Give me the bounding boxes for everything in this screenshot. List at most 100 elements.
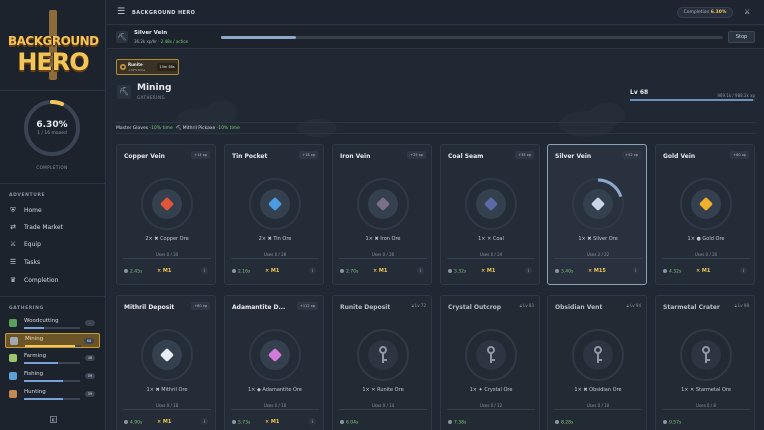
node-output: 1× ✖ Obsidian Ore [574, 387, 622, 393]
node-rate: 3.32s [448, 269, 466, 275]
node-rate-value: 9.57s [669, 420, 682, 426]
node-rate: 2.16s [232, 269, 250, 275]
info-icon[interactable]: i [309, 418, 316, 425]
menu-icon[interactable]: ☰ [117, 8, 125, 17]
gathering-fishing[interactable]: Fishing 59 [5, 369, 100, 384]
clock-icon [663, 420, 667, 424]
cloud-background [176, 100, 625, 137]
node-name: Gold Vein [663, 153, 696, 160]
activity-progress-fill [221, 36, 297, 39]
sword-menu-icon[interactable]: ⚔ [744, 8, 750, 16]
info-icon[interactable]: i [201, 267, 208, 274]
node-rate-value: 2.45s [130, 269, 143, 275]
gathering-label: Hunting [24, 389, 46, 395]
completion-value: 6.30% [36, 120, 68, 130]
gathering-hunting[interactable]: Hunting 59 [5, 387, 100, 402]
skill-progress [630, 99, 755, 101]
nav-trade-market[interactable]: ⇄ Trade Market [8, 220, 100, 234]
info-icon[interactable]: i [632, 267, 639, 274]
gathering-woodcutting[interactable]: Woodcutting – [5, 316, 100, 331]
info-icon[interactable]: i [201, 418, 208, 425]
node-card[interactable]: Iron Vein +25 xp 1× ✖ Iron Ore Uses 0 / 26 2… [332, 144, 432, 285]
node-multiplier: × M1 [696, 268, 711, 274]
stop-button[interactable]: Stop [728, 31, 755, 43]
info-icon[interactable]: i [525, 267, 532, 274]
node-card[interactable]: Crystal Outcrop 🔒︎ Lv 83 1× ✦ Crystal Ore U… [440, 295, 540, 430]
key-icon [700, 346, 712, 364]
node-uses-bar [123, 258, 211, 259]
node-xp: +112 xp [296, 302, 318, 310]
node-output: 1× ✖ Silver Ore [578, 236, 618, 242]
node-card[interactable]: Starmetal Crater 🔒︎ Lv 98 1× ✕ Starmetal O… [655, 295, 755, 430]
node-level-requirement: 🔒︎ Lv 94 [627, 303, 641, 308]
node-rate-value: 4.32s [669, 269, 682, 275]
node-rate: 2.70s [340, 269, 358, 275]
gathering-count: 68 [84, 338, 94, 344]
node-rate: 5.73s [232, 420, 250, 426]
clock-icon [232, 269, 236, 273]
node-output: 1× ✕ Starmetal Ore [681, 387, 731, 393]
node-rate: 4.90s [124, 420, 142, 426]
activity-name: Silver Vein [134, 30, 168, 36]
key-icon [377, 346, 389, 364]
node-rate-value: 7.38s [454, 420, 467, 426]
collapse-sidebar-icon[interactable]: ◧ [50, 416, 57, 423]
clock-icon [555, 420, 559, 424]
lock-icon: 🔒︎ [411, 303, 414, 308]
equip-item: Master Gloves [116, 126, 149, 131]
key-icon [485, 346, 497, 364]
node-uses: Uses 0 / 16 [263, 403, 287, 408]
completion-pill[interactable]: Completion 6.30% [677, 7, 733, 18]
clock-icon [232, 420, 236, 424]
node-uses-bar [554, 258, 642, 259]
activity-rate-extra: 2.48x / action [160, 39, 189, 44]
node-card[interactable]: Silver Vein +52 xp 1× ✖ Silver Ore Uses 2 /… [547, 144, 647, 285]
info-icon[interactable]: i [740, 267, 747, 274]
clock-icon [124, 269, 128, 273]
pickaxe-icon [10, 337, 18, 345]
node-card[interactable]: Adamantite D... +112 xp 1× ◆ Adamantite Or… [224, 295, 324, 430]
node-card[interactable]: Obsidian Vent 🔒︎ Lv 94 1× ✖ Obsidian Ore Us… [547, 295, 647, 430]
node-uses: Uses 0 / 12 [479, 403, 503, 408]
gathering-farming[interactable]: Farming 46 [5, 351, 100, 366]
bow-icon [9, 390, 17, 398]
node-uses: Uses 0 / 24 [479, 252, 503, 257]
node-name: Silver Vein [555, 153, 592, 160]
divider [0, 296, 106, 297]
nav-home[interactable]: ⛨ Home [8, 203, 100, 217]
gathering-count: – [85, 320, 95, 326]
node-rate: 3.40s [555, 269, 573, 275]
node-card[interactable]: Coal Seam +35 xp 1× ✕ Coal Uses 0 / 24 3.32s… [440, 144, 540, 285]
node-card[interactable]: Runite Deposit 🔒︎ Lv 72 1× ✕ Runite Ore Use… [332, 295, 432, 430]
node-name: Copper Vein [124, 153, 165, 160]
node-uses: Uses 0 / 8 [696, 403, 716, 408]
nav-completion[interactable]: ♛ Completion [8, 273, 100, 287]
node-card[interactable]: Tin Pocket +18 xp 2× ✖ Tin Ore Uses 0 / 28 2… [224, 144, 324, 285]
activity-xp-rate: 36.2k xp/hr [134, 39, 157, 44]
node-card[interactable]: Gold Vein +60 xp 1× ● Gold Ore Uses 0 / 20 4… [655, 144, 755, 285]
game-logo[interactable]: BACKGROUND HERO [8, 8, 99, 82]
pickaxe-icon: ⛏ [175, 126, 182, 131]
node-level-requirement: 🔒︎ Lv 72 [412, 303, 426, 308]
equip-bonus: -10% time [216, 126, 240, 131]
node-rate: 6.04s [340, 420, 358, 426]
equipment-bonuses: Master Gloves -10% time ⛏ Mithril Pickax… [116, 122, 756, 134]
node-level: Lv 98 [738, 303, 749, 308]
nav-tasks[interactable]: ☰ Tasks [8, 255, 100, 269]
active-buff[interactable]: ◆ Runite +12% time 13m 58s [116, 59, 179, 75]
gathering-mining[interactable]: Mining 68 [5, 333, 100, 348]
node-card[interactable]: Copper Vein +14 xp 2× ✖ Copper Ore Uses 0 /… [116, 144, 216, 285]
node-xp: +52 xp [622, 151, 641, 159]
info-icon[interactable]: i [309, 267, 316, 274]
sidebar: BACKGROUND HERO 6.30% 1 / 16 maxed COMPL… [0, 0, 106, 430]
node-rate-value: 5.73s [238, 420, 251, 426]
node-multiplier: × M1 [265, 419, 280, 425]
node-xp: +18 xp [299, 151, 318, 159]
clock-icon [448, 420, 452, 424]
gathering-label: Fishing [24, 371, 44, 377]
info-icon[interactable]: i [417, 267, 424, 274]
node-rate-value: 3.32s [454, 269, 467, 275]
node-card[interactable]: Mithril Deposit +80 xp 1× ✖ Mithril Ore Use… [116, 295, 216, 430]
nav-equip[interactable]: ⚔ Equip [8, 237, 100, 251]
lock-icon: 🔒︎ [626, 303, 629, 308]
